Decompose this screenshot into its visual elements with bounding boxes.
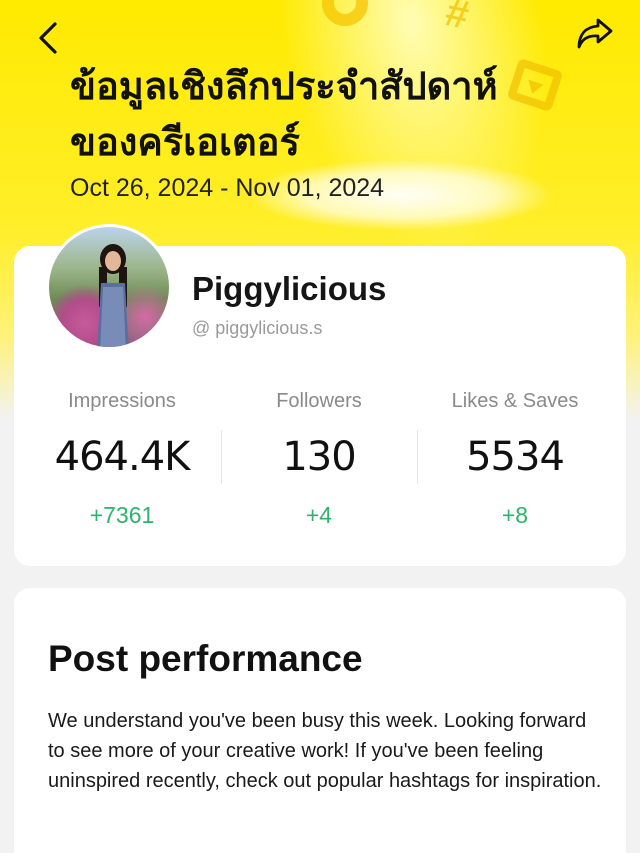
stat-label: Likes & Saves <box>451 390 579 412</box>
stat-likes-saves[interactable]: Likes & Saves 5534 +8 <box>417 390 613 529</box>
stat-change: +4 <box>305 502 333 528</box>
date-range: Oct 26, 2024 - Nov 01, 2024 <box>70 174 385 202</box>
stat-impressions[interactable]: Impressions 464.4K +7361 <box>24 390 220 529</box>
person-photo <box>97 244 129 347</box>
share-button[interactable] <box>574 12 616 54</box>
stat-value: 464.4K <box>54 434 191 480</box>
profile-handle: @ piggylicious.s <box>192 318 323 338</box>
profile-name: Piggylicious <box>192 270 387 307</box>
avatar[interactable] <box>46 224 172 350</box>
stat-change: +7361 <box>89 502 155 528</box>
post-performance-title: Post performance <box>48 638 363 679</box>
stat-value: 130 <box>282 434 356 480</box>
stat-followers[interactable]: Followers 130 +4 <box>221 390 417 529</box>
back-button[interactable] <box>30 18 66 58</box>
post-performance-text: We understand you've been busy this week… <box>48 710 602 792</box>
stat-label: Impressions <box>68 390 176 412</box>
stat-label: Followers <box>276 390 362 412</box>
stat-change: +8 <box>501 502 529 528</box>
share-arrow-icon <box>577 18 613 49</box>
chevron-left-icon <box>39 22 57 54</box>
stat-value: 5534 <box>466 434 565 480</box>
page-title: ข้อมูลเชิงลึกประจำสัปดาห์ของครีเอเตอร์ <box>70 64 498 164</box>
